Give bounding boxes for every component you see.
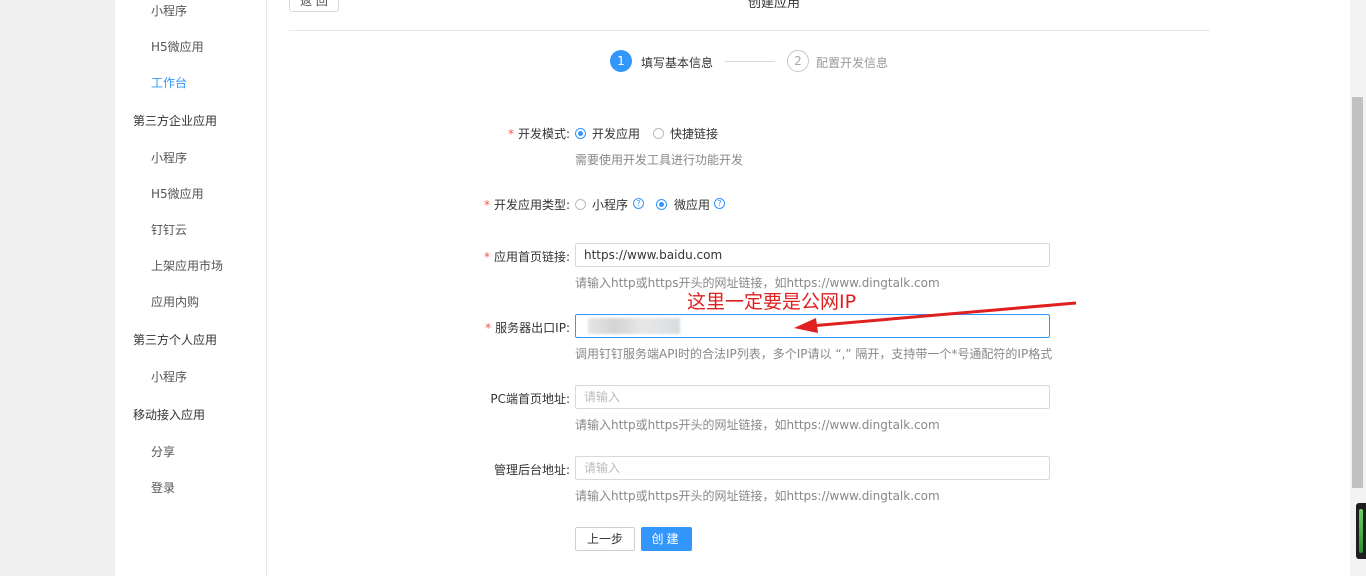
redacted-ip-blur xyxy=(588,318,680,334)
sidebar-group-thirdparty-enterprise[interactable]: 第三方企业应用 xyxy=(133,113,217,129)
sidebar-group-mobile-access[interactable]: 移动接入应用 xyxy=(133,407,205,423)
tray-widget-icon xyxy=(1356,503,1366,559)
pc-homepage-label: PC端首页地址: xyxy=(490,392,570,406)
prev-step-button[interactable]: 上一步 xyxy=(575,527,635,551)
scrollbar-thumb[interactable] xyxy=(1352,97,1363,488)
admin-url-hint: 请输入http或https开头的网址链接，如https://www.dingta… xyxy=(575,489,940,503)
homepage-url-input[interactable]: https://www.baidu.com xyxy=(575,243,1050,267)
admin-url-label: 管理后台地址: xyxy=(493,463,570,477)
help-icon[interactable]: ? xyxy=(633,198,644,209)
step-2-indicator: 2 xyxy=(787,50,809,72)
radio-dev-app[interactable] xyxy=(575,128,586,139)
sidebar: 小程序 H5微应用 工作台 第三方企业应用 小程序 H5微应用 钉钉云 上架应用… xyxy=(115,0,267,576)
sidebar-item-workbench[interactable]: 工作台 xyxy=(151,75,187,91)
sidebar-item-dingtalk-cloud[interactable]: 钉钉云 xyxy=(151,222,187,238)
radio-microapp[interactable] xyxy=(656,199,667,210)
pc-homepage-input[interactable]: 请输入 xyxy=(575,385,1050,409)
help-icon[interactable]: ? xyxy=(714,198,725,209)
admin-url-input[interactable]: 请输入 xyxy=(575,456,1050,480)
dev-mode-hint: 需要使用开发工具进行功能开发 xyxy=(575,153,744,167)
server-ip-label-text: 服务器出口IP: xyxy=(495,321,570,335)
radio-quick-link-label[interactable]: 快捷链接 xyxy=(670,125,718,142)
dev-mode-label-text: 开发模式: xyxy=(517,127,570,141)
sidebar-item-h5-microapp[interactable]: H5微应用 xyxy=(151,39,204,55)
step-1-indicator: 1 xyxy=(610,50,632,72)
page-title: 创建应用 xyxy=(748,0,801,11)
server-ip-hint: 调用钉钉服务端API时的合法IP列表，多个IP请以 “,” 隔开，支持带一个*号… xyxy=(575,347,1053,361)
pc-homepage-hint: 请输入http或https开头的网址链接，如https://www.dingta… xyxy=(575,418,940,432)
radio-miniprogram[interactable] xyxy=(575,199,586,210)
sidebar-group-thirdparty-personal[interactable]: 第三方个人应用 xyxy=(133,332,217,348)
radio-quick-link[interactable] xyxy=(653,128,664,139)
required-mark: * xyxy=(483,250,490,264)
sidebar-item-miniprogram-3[interactable]: 小程序 xyxy=(151,369,187,385)
homepage-label-text: 应用首页链接: xyxy=(493,250,570,264)
required-mark: * xyxy=(485,321,492,335)
required-mark: * xyxy=(507,127,514,141)
required-mark: * xyxy=(483,198,490,212)
sidebar-item-share[interactable]: 分享 xyxy=(151,444,175,460)
sidebar-item-miniprogram-2[interactable]: 小程序 xyxy=(151,150,187,166)
sidebar-item-login[interactable]: 登录 xyxy=(151,480,175,496)
app-type-label-text: 开发应用类型: xyxy=(493,198,570,212)
step-2-label: 配置开发信息 xyxy=(816,56,889,70)
sidebar-item-app-market[interactable]: 上架应用市场 xyxy=(151,258,223,274)
header-divider xyxy=(289,30,1210,31)
radio-miniprogram-label[interactable]: 小程序 xyxy=(592,196,628,213)
step-connector xyxy=(725,61,775,62)
radio-dev-app-label[interactable]: 开发应用 xyxy=(592,125,640,142)
sidebar-item-miniprogram[interactable]: 小程序 xyxy=(151,3,187,19)
create-button[interactable]: 创建 xyxy=(641,527,692,551)
sidebar-item-h5-microapp-2[interactable]: H5微应用 xyxy=(151,186,204,202)
step-1-label: 填写基本信息 xyxy=(641,56,714,70)
back-button[interactable]: 返 回 xyxy=(289,0,339,12)
annotation-arrow-icon xyxy=(794,301,1077,333)
sidebar-item-in-app-purchase[interactable]: 应用内购 xyxy=(151,294,199,310)
app-type-label: * 开发应用类型: xyxy=(484,196,570,213)
homepage-label: * 应用首页链接: xyxy=(484,248,570,265)
radio-microapp-label[interactable]: 微应用 xyxy=(674,196,710,213)
dev-mode-label: * 开发模式: xyxy=(508,125,570,142)
server-ip-label: * 服务器出口IP: xyxy=(485,319,570,336)
